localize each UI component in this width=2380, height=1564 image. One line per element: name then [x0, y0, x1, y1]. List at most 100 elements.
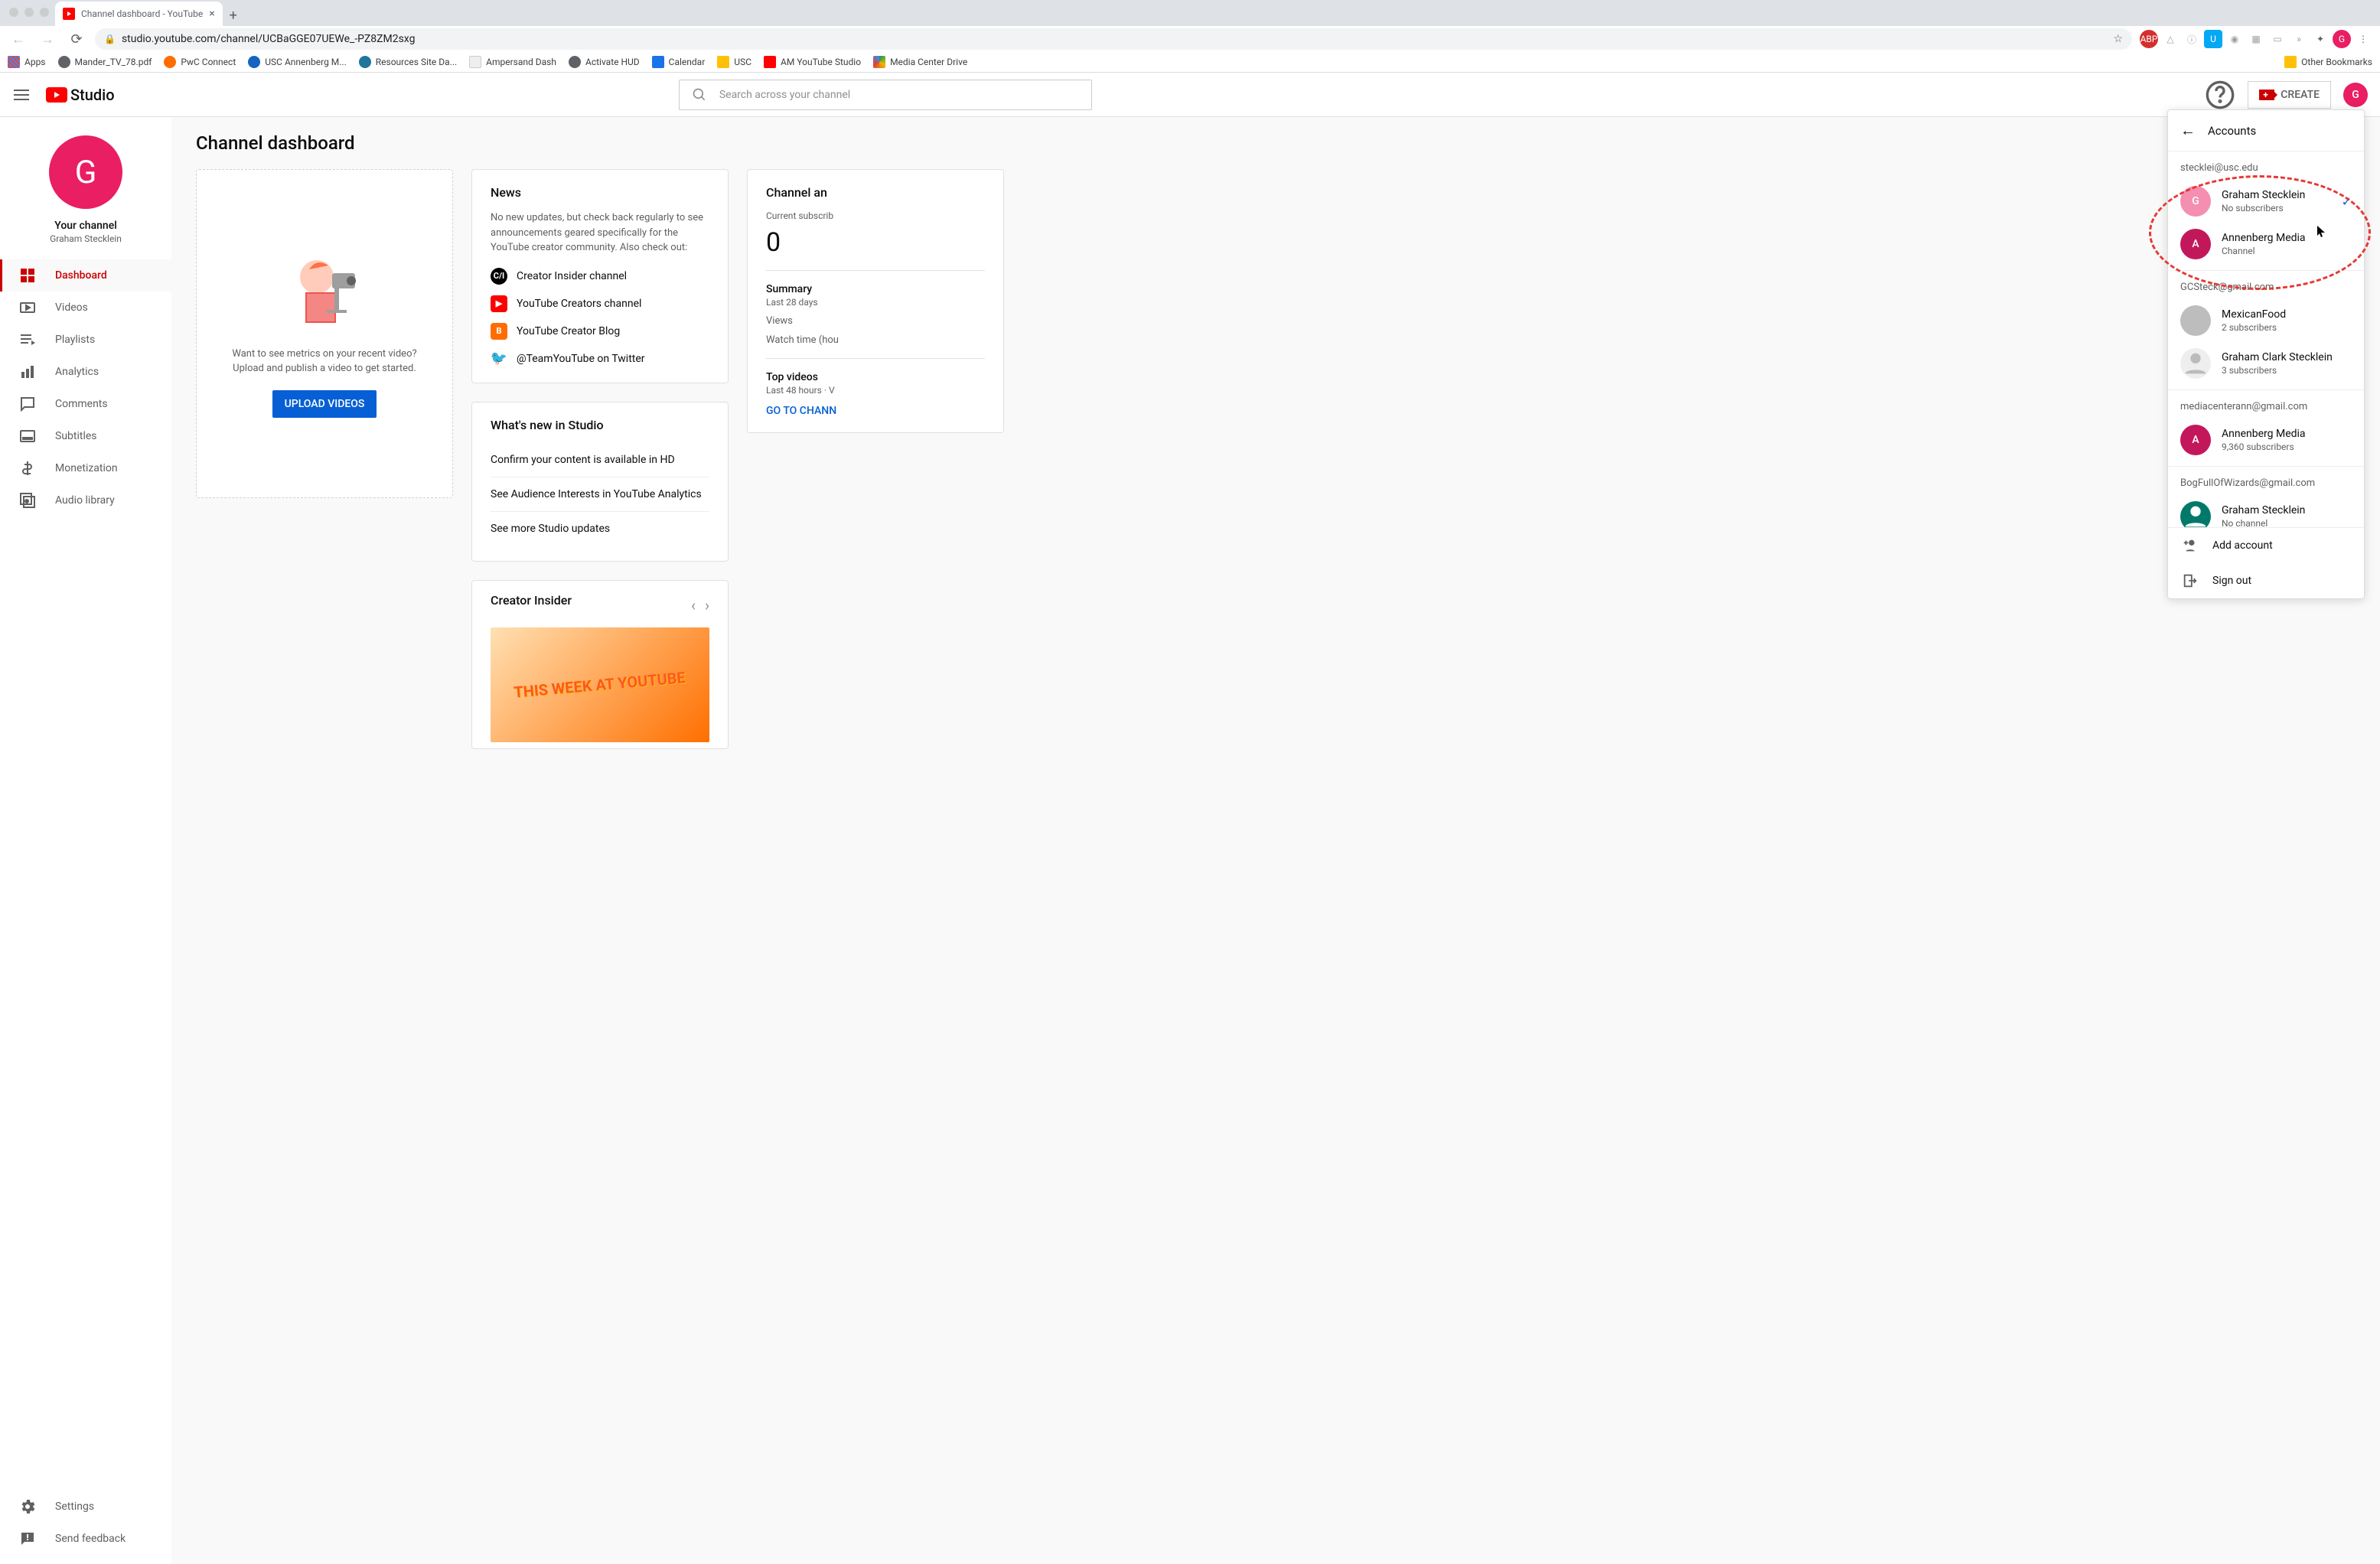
playlists-icon [18, 331, 37, 349]
news-link-creator-insider[interactable]: C/I Creator Insider channel [491, 268, 709, 285]
puzzle-ext-icon[interactable]: ✦ [2311, 30, 2329, 48]
chevron-left-icon[interactable]: ‹ [691, 596, 696, 614]
search-input[interactable]: Search across your channel [679, 80, 1092, 110]
bookmark-item[interactable]: Activate HUD [569, 56, 640, 68]
nav-back-icon[interactable]: ← [8, 28, 29, 50]
other-bookmarks[interactable]: Other Bookmarks [2284, 56, 2372, 68]
sidebar-item-feedback[interactable]: Send feedback [0, 1523, 171, 1555]
audio-library-icon [18, 491, 37, 510]
sidebar-item-videos[interactable]: Videos [0, 292, 171, 324]
bookmark-item[interactable]: Ampersand Dash [469, 56, 556, 68]
add-account-icon [2182, 537, 2199, 554]
profile-ext-icon[interactable]: G [2333, 30, 2351, 48]
creator-insider-icon: C/I [491, 268, 507, 285]
app-header: Studio Search across your channel + CREA… [0, 73, 2380, 117]
sidebar-item-playlists[interactable]: Playlists [0, 324, 171, 356]
creator-thumbnail[interactable]: THIS WEEK AT YOUTUBE [491, 627, 709, 742]
channel-avatar[interactable]: G [49, 135, 122, 209]
omnibox[interactable]: 🔒 studio.youtube.com/channel/UCBaGGE07UE… [95, 28, 2132, 50]
comments-icon [18, 395, 37, 413]
bookmark-item[interactable]: USC Annenberg M... [248, 56, 347, 68]
news-link-youtube-creators[interactable]: ▶ YouTube Creators channel [491, 295, 709, 312]
whats-new-item[interactable]: See Audience Interests in YouTube Analyt… [491, 477, 709, 512]
create-button[interactable]: + CREATE [2248, 81, 2331, 109]
bookmark-item[interactable]: USC [717, 56, 751, 68]
news-title: News [491, 185, 709, 200]
u-ext-icon[interactable]: U [2204, 30, 2222, 48]
account-avatar-icon [2180, 348, 2211, 379]
news-link-twitter[interactable]: 🐦 @TeamYouTube on Twitter [491, 350, 709, 367]
studio-logo[interactable]: Studio [46, 86, 115, 104]
camera-ext-icon[interactable]: ◉ [2225, 30, 2244, 48]
account-row[interactable]: G Graham Stecklein No subscribers ✓ [2180, 180, 2352, 223]
whats-new-item[interactable]: Confirm your content is available in HD [491, 443, 709, 477]
account-row[interactable]: A Annenberg Media 9,360 subscribers [2180, 419, 2352, 461]
bookmark-item[interactable]: AM YouTube Studio [764, 56, 861, 68]
apps-bookmark[interactable]: Apps [8, 56, 46, 68]
search-placeholder: Search across your channel [719, 89, 850, 101]
account-group: GCSteck@gmail.com MexicanFood 2 subscrib… [2168, 271, 2364, 390]
sidebar-item-subtitles[interactable]: Subtitles [0, 420, 171, 452]
back-arrow-icon[interactable]: ← [2180, 121, 2196, 140]
window-ext-icon[interactable]: ▭ [2268, 30, 2287, 48]
tab-close-icon[interactable]: × [209, 8, 214, 20]
blogger-icon: B [491, 323, 507, 340]
account-row[interactable]: MexicanFood 2 subscribers [2180, 299, 2352, 342]
star-icon[interactable]: ☆ [2113, 33, 2123, 45]
gear-icon [18, 1497, 37, 1516]
dashboard-icon [18, 266, 37, 285]
channel-block: G Your channel Graham Stecklein [0, 129, 171, 259]
sidebar-item-dashboard[interactable]: Dashboard [0, 259, 171, 292]
bookmark-item[interactable]: Resources Site Da... [359, 56, 457, 68]
browser-tab[interactable]: Channel dashboard - YouTube × [55, 2, 223, 26]
monetization-icon [18, 459, 37, 477]
news-link-creator-blog[interactable]: B YouTube Creator Blog [491, 323, 709, 340]
go-to-analytics-link[interactable]: GO TO CHANN [766, 405, 836, 417]
bookmark-item[interactable]: Calendar [652, 56, 706, 68]
account-avatar-icon: A [2180, 229, 2211, 259]
analytics-icon [18, 363, 37, 381]
subs-count: 0 [766, 227, 985, 258]
account-row[interactable]: Graham Stecklein No channel [2180, 495, 2352, 527]
traffic-light-max[interactable] [40, 8, 49, 17]
help-icon[interactable] [2205, 80, 2235, 110]
hamburger-menu-icon[interactable] [12, 86, 31, 104]
bookmark-item[interactable]: Mander_TV_78.pdf [58, 56, 152, 68]
chevron-right-icon[interactable]: › [705, 596, 709, 614]
sidebar-item-settings[interactable]: Settings [0, 1491, 171, 1523]
add-account-button[interactable]: Add account [2168, 528, 2364, 563]
sidebar-item-comments[interactable]: Comments [0, 388, 171, 420]
upload-prompt-card: Want to see metrics on your recent video… [196, 169, 453, 498]
subs-label: Current subscrib [766, 210, 985, 221]
nav-reload-icon[interactable]: ⟳ [66, 28, 87, 50]
new-tab-button[interactable]: + [223, 5, 244, 26]
bookmark-item[interactable]: PwC Connect [164, 56, 236, 68]
info-ext-icon[interactable]: ⓘ [2183, 30, 2201, 48]
whats-new-item[interactable]: See more Studio updates [491, 512, 709, 546]
feedback-icon [18, 1530, 37, 1548]
grid-ext-icon[interactable]: ▦ [2247, 30, 2265, 48]
drive-ext-icon[interactable]: △ [2161, 30, 2179, 48]
sidebar-item-monetization[interactable]: Monetization [0, 452, 171, 484]
traffic-light-close[interactable] [9, 8, 18, 17]
account-avatar-icon: G [2180, 186, 2211, 217]
arrow-ext-icon[interactable]: » [2290, 30, 2308, 48]
analytics-card: Channel an Current subscrib 0 Summary La… [747, 169, 1004, 433]
twitter-icon: 🐦 [491, 350, 507, 367]
bookmark-item[interactable]: Media Center Drive [873, 56, 967, 68]
views-row: Views [766, 315, 985, 327]
nav-forward-icon[interactable]: → [37, 28, 58, 50]
sign-out-button[interactable]: Sign out [2168, 563, 2364, 598]
upload-videos-button[interactable]: UPLOAD VIDEOS [272, 390, 377, 418]
sidebar-item-analytics[interactable]: Analytics [0, 356, 171, 388]
account-avatar[interactable]: G [2343, 83, 2368, 107]
account-row[interactable]: Graham Clark Stecklein 3 subscribers [2180, 342, 2352, 385]
account-avatar-icon: A [2180, 425, 2211, 455]
traffic-light-min[interactable] [24, 8, 34, 17]
watch-row: Watch time (hou [766, 334, 985, 346]
menu-ext-icon[interactable]: ⋮ [2354, 30, 2372, 48]
logo-text: Studio [70, 86, 115, 104]
sidebar-item-audio[interactable]: Audio library [0, 484, 171, 516]
sidebar: G Your channel Graham Stecklein Dashboar… [0, 117, 171, 1564]
abp-ext-icon[interactable]: ABP [2140, 30, 2158, 48]
